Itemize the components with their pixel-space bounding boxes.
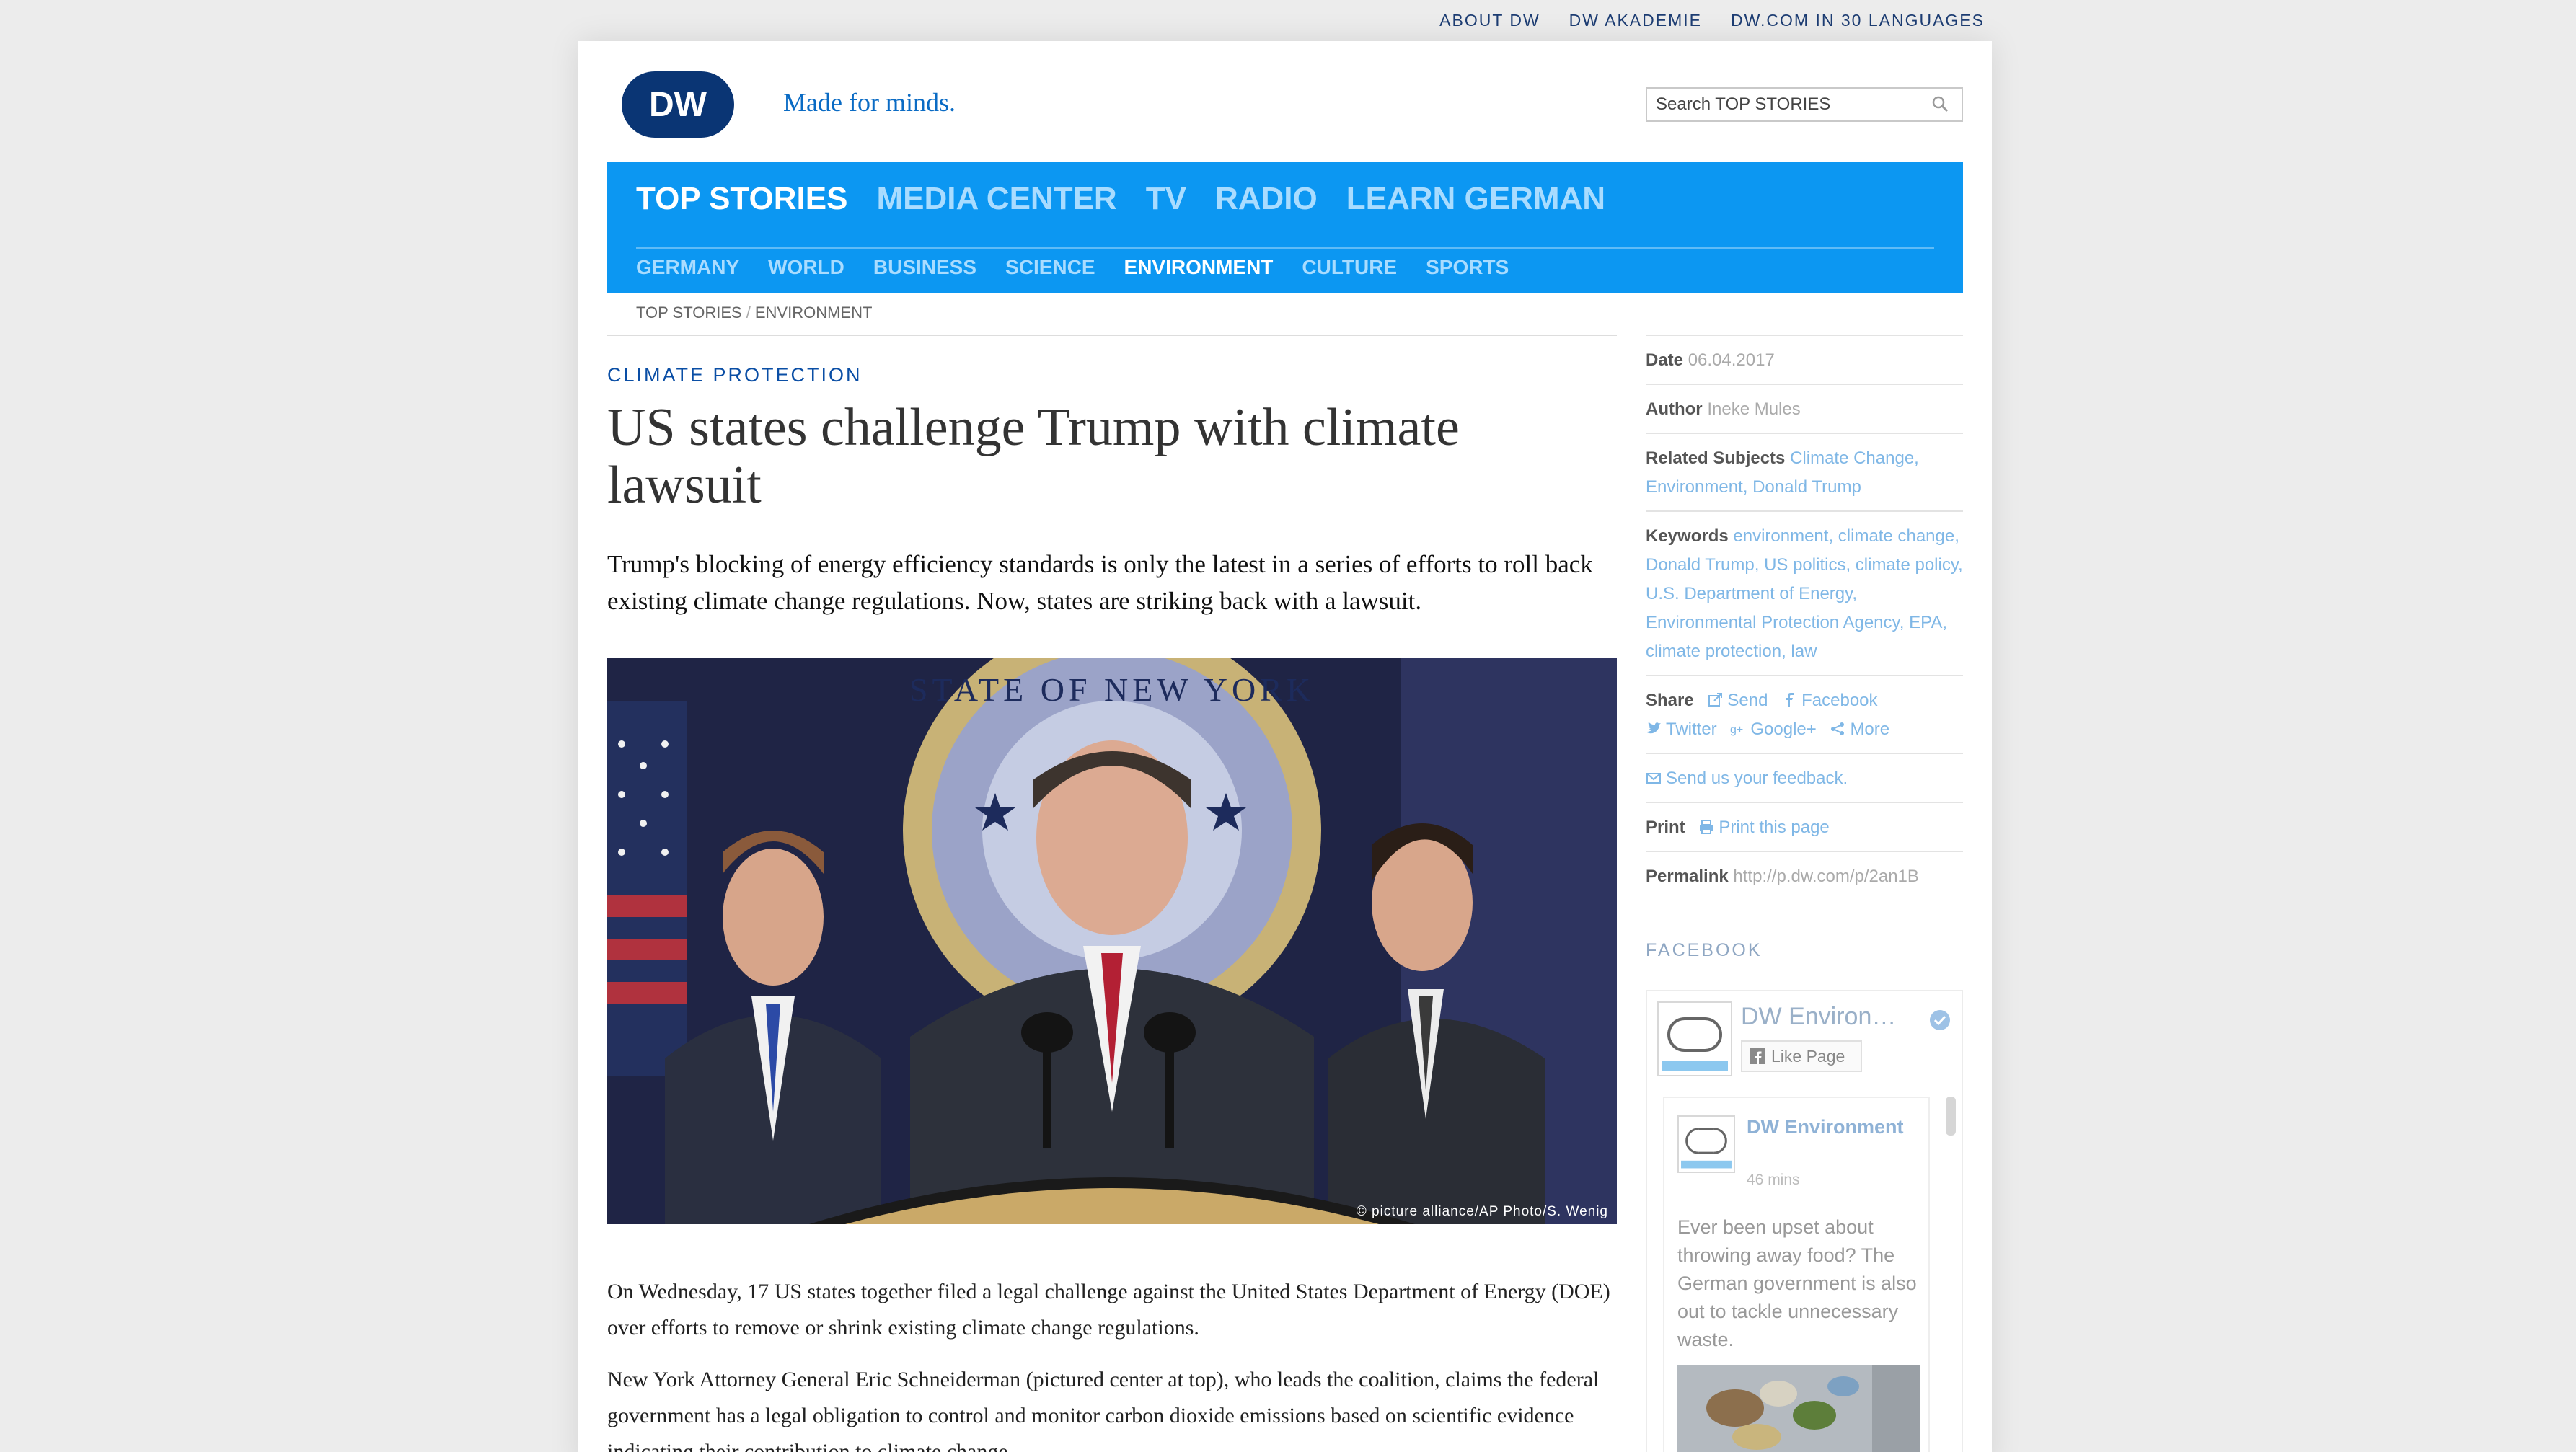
nav-top-stories[interactable]: TOP STORIES xyxy=(636,181,847,217)
article-paragraph-2: New York Attorney General Eric Schneider… xyxy=(607,1368,1600,1452)
fb-like-label: Like Page xyxy=(1771,1046,1845,1066)
date-label: Date xyxy=(1646,350,1684,370)
print-link[interactable]: Print this page xyxy=(1719,818,1829,837)
search-icon[interactable] xyxy=(1930,94,1951,115)
secondary-nav: GERMANY WORLD BUSINESS SCIENCE ENVIRONME… xyxy=(636,256,1509,279)
nav-business[interactable]: BUSINESS xyxy=(873,256,976,279)
keywords-label: Keywords xyxy=(1646,526,1729,546)
dw-logo-icon: DW xyxy=(622,71,734,138)
nav-tv[interactable]: TV xyxy=(1146,181,1186,217)
article-paragraph-1: On Wednesday, 17 US states together file… xyxy=(607,1280,1610,1340)
nav-science[interactable]: SCIENCE xyxy=(1005,256,1095,279)
search-input[interactable] xyxy=(1656,94,1930,115)
share-twitter[interactable]: Twitter xyxy=(1666,720,1717,739)
nav-radio[interactable]: RADIO xyxy=(1215,181,1318,217)
about-dw-link[interactable]: ABOUT DW xyxy=(1439,11,1540,30)
dw-logo[interactable]: DW xyxy=(620,70,736,139)
fb-post-image[interactable] xyxy=(1677,1365,1920,1452)
nav-germany[interactable]: GERMANY xyxy=(636,256,739,279)
share-google-plus[interactable]: Google+ xyxy=(1750,720,1816,739)
fb-post-author[interactable]: DW Environment xyxy=(1747,1114,1905,1141)
meta-author: Author Ineke Mules xyxy=(1646,384,1963,433)
author-label: Author xyxy=(1646,399,1703,419)
date-value: 06.04.2017 xyxy=(1688,350,1775,370)
fb-scrollbar[interactable] xyxy=(1946,1097,1956,1136)
facebook-icon xyxy=(1786,693,1794,707)
primary-nav: TOP STORIES MEDIA CENTER TV RADIO LEARN … xyxy=(636,181,1605,217)
photo-credit: © picture alliance/AP Photo/S. Wenig xyxy=(1356,1204,1608,1219)
press-conference-image: STATE OF NEW YORK xyxy=(607,658,1617,1224)
nav-culture[interactable]: CULTURE xyxy=(1302,256,1397,279)
dw-logo-text: DW xyxy=(649,86,707,124)
nav-learn-german[interactable]: LEARN GERMAN xyxy=(1346,181,1605,217)
permalink-value[interactable]: http://p.dw.com/p/2an1B xyxy=(1733,867,1919,886)
article-headline: US states challenge Trump with climate l… xyxy=(607,398,1460,515)
verified-badge-icon xyxy=(1930,1010,1950,1030)
fb-post-avatar[interactable] xyxy=(1677,1115,1735,1173)
facebook-heading: FACEBOOK xyxy=(1646,940,1763,960)
brand-tagline: Made for minds. xyxy=(783,88,956,117)
author-value: Ineke Mules xyxy=(1707,399,1801,419)
breadcrumb-divider xyxy=(607,335,1617,336)
permalink-label: Permalink xyxy=(1646,867,1729,886)
share-more[interactable]: More xyxy=(1850,720,1889,739)
printer-icon xyxy=(1700,820,1713,834)
fb-page-logo[interactable] xyxy=(1657,1001,1732,1076)
fb-post-text: Ever been upset about throwing away food… xyxy=(1677,1216,1917,1350)
fb-page-name[interactable]: DW Environ… xyxy=(1741,1003,1896,1031)
keywords-links[interactable]: environment, climate change, Donald Trum… xyxy=(1646,526,1963,661)
fb-like-page-button[interactable]: Like Page xyxy=(1741,1040,1862,1072)
breadcrumb-separator: / xyxy=(746,304,751,322)
article-kicker: CLIMATE PROTECTION xyxy=(607,364,863,386)
article-sidebar: Date 06.04.2017 Author Ineke Mules Relat… xyxy=(1646,335,1963,1452)
top-utility-bar: ABOUT DW DW AKADEMIE DW.COM IN 30 LANGUA… xyxy=(0,0,2576,41)
meta-related-subjects: Related Subjects Climate Change, Environ… xyxy=(1646,433,1963,510)
meta-permalink: Permalink http://p.dw.com/p/2an1B xyxy=(1646,851,1963,900)
meta-feedback: Send us your feedback. xyxy=(1646,753,1963,802)
nav-world[interactable]: WORLD xyxy=(768,256,844,279)
share-more-icon xyxy=(1831,722,1845,735)
feedback-link[interactable]: Send us your feedback. xyxy=(1666,769,1848,788)
page-container: DW Made for minds. TOP STORIES MEDIA CEN… xyxy=(578,41,1992,1452)
dw-akademie-link[interactable]: DW AKADEMIE xyxy=(1569,11,1702,30)
breadcrumb-environment[interactable]: ENVIRONMENT xyxy=(755,304,873,322)
print-label: Print xyxy=(1646,818,1685,837)
nav-environment[interactable]: ENVIRONMENT xyxy=(1124,256,1274,279)
share-send[interactable]: Send xyxy=(1727,691,1768,710)
dw-environment-avatar-icon xyxy=(1681,1128,1732,1169)
meta-print: Print Print this page xyxy=(1646,802,1963,851)
related-label: Related Subjects xyxy=(1646,448,1786,468)
article-lead: Trump's blocking of energy efficiency st… xyxy=(607,550,1593,615)
nav-divider xyxy=(636,247,1934,249)
meta-keywords: Keywords environment, climate change, Do… xyxy=(1646,510,1963,675)
nav-sports[interactable]: SPORTS xyxy=(1426,256,1509,279)
svg-text:g+: g+ xyxy=(1730,724,1743,736)
food-waste-image xyxy=(1677,1365,1920,1452)
breadcrumb-top-stories[interactable]: TOP STORIES xyxy=(636,304,742,322)
meta-date: Date 06.04.2017 xyxy=(1646,335,1963,384)
article-photo[interactable]: STATE OF NEW YORK © picture alliance/AP … xyxy=(607,658,1617,1224)
svg-text:STATE OF NEW YORK: STATE OF NEW YORK xyxy=(909,671,1315,708)
envelope-icon xyxy=(1646,773,1661,784)
nav-media-center[interactable]: MEDIA CENTER xyxy=(876,181,1116,217)
twitter-icon xyxy=(1647,722,1661,734)
facebook-square-icon xyxy=(1750,1048,1765,1064)
send-icon xyxy=(1708,693,1723,707)
search-box[interactable] xyxy=(1646,87,1963,122)
fb-post-timestamp[interactable]: 46 mins xyxy=(1747,1172,1800,1189)
facebook-widget[interactable]: DW Environ… Like Page DW Environment 46 … xyxy=(1646,990,1963,1452)
main-navigation: TOP STORIES MEDIA CENTER TV RADIO LEARN … xyxy=(607,162,1963,293)
site-header: DW Made for minds. xyxy=(607,67,1963,146)
meta-share: Share Send Facebook Twitter g+ Google+ Mo… xyxy=(1646,675,1963,753)
fb-post: DW Environment 46 mins Ever been upset a… xyxy=(1663,1097,1930,1452)
dw-environment-logo-icon xyxy=(1662,1017,1728,1071)
google-plus-icon: g+ xyxy=(1730,724,1743,736)
share-label: Share xyxy=(1646,691,1694,710)
share-facebook[interactable]: Facebook xyxy=(1801,691,1877,710)
breadcrumb: TOP STORIES / ENVIRONMENT xyxy=(636,304,872,322)
dw-languages-link[interactable]: DW.COM IN 30 LANGUAGES xyxy=(1731,11,1985,30)
